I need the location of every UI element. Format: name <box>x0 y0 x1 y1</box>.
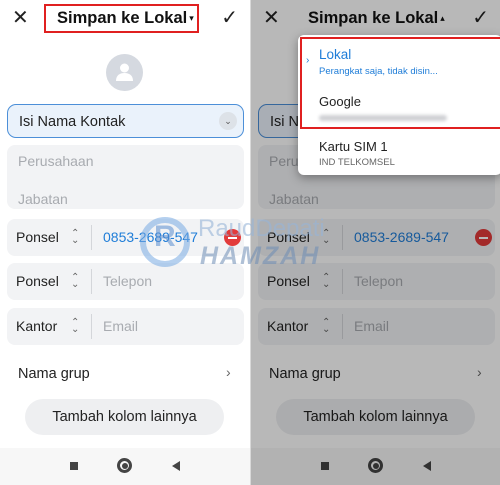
dropdown-item-subtitle: IND TELKOMSEL <box>319 157 395 168</box>
recents-icon[interactable] <box>70 462 78 470</box>
phone-row-2: Ponsel ⌃ ⌄ Telepon <box>7 263 244 300</box>
name-field[interactable]: Isi Nama Kontak ⌄ <box>7 104 244 138</box>
highlight-box <box>44 4 199 33</box>
divider <box>91 225 92 250</box>
name-placeholder: Isi Nama Kontak <box>19 114 126 130</box>
updown-icon[interactable]: ⌃ ⌄ <box>71 318 79 335</box>
company-group: Perusahaan Jabatan <box>7 145 244 209</box>
home-icon[interactable] <box>117 458 132 473</box>
remove-icon[interactable] <box>224 229 241 246</box>
phone-type-label[interactable]: Ponsel <box>16 273 59 289</box>
phone-input[interactable]: Telepon <box>103 273 152 289</box>
group-row[interactable]: Nama grup <box>18 366 90 382</box>
nav-bar <box>0 448 250 485</box>
highlight-box <box>300 37 500 129</box>
avatar[interactable] <box>106 54 143 91</box>
back-icon[interactable] <box>172 461 180 471</box>
add-more-fields-button[interactable]: Tambah kolom lainnya <box>25 399 224 435</box>
chevron-right-icon: › <box>226 364 231 380</box>
phone-type-label[interactable]: Ponsel <box>16 229 59 245</box>
email-input[interactable]: Email <box>103 318 138 334</box>
header: ✕ Simpan ke Lokal ▾ ✓ <box>0 0 250 38</box>
updown-icon[interactable]: ⌃ ⌄ <box>71 273 79 290</box>
updown-icon[interactable]: ⌃ ⌄ <box>71 229 79 246</box>
email-row: Kantor ⌃ ⌄ Email <box>7 308 244 345</box>
phone-row-1: Ponsel ⌃ ⌄ 0853-2689-547 <box>7 219 244 256</box>
person-icon <box>116 63 133 81</box>
email-type-label[interactable]: Kantor <box>16 318 57 334</box>
close-icon[interactable]: ✕ <box>12 6 29 30</box>
dropdown-item-title: Kartu SIM 1 <box>319 139 388 154</box>
dropdown-item-sim[interactable]: Kartu SIM 1 IND TELKOMSEL <box>298 127 500 175</box>
divider <box>91 314 92 339</box>
check-icon[interactable]: ✓ <box>221 6 238 30</box>
phone-value[interactable]: 0853-2689-547 <box>103 229 198 245</box>
right-screen: ✕ Simpan ke Lokal▴ ✓ Isi Nama Kontak ⌄ P… <box>250 0 500 485</box>
job-title-field[interactable]: Jabatan <box>18 191 68 207</box>
chevron-down-icon[interactable]: ⌄ <box>219 112 237 130</box>
left-screen: ✕ Simpan ke Lokal ▾ ✓ Isi Nama Kontak ⌄ P… <box>0 0 250 485</box>
company-field[interactable]: Perusahaan <box>18 153 94 169</box>
divider <box>91 269 92 294</box>
